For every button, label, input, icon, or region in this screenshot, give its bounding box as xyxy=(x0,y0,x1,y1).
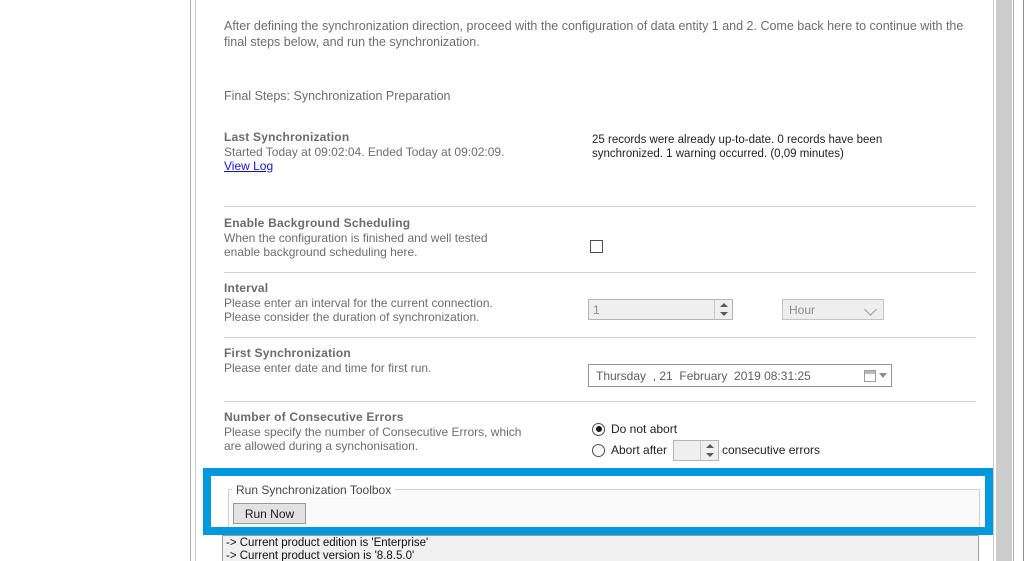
first-sync-datetime-picker[interactable]: Thursday , 21 February 2019 08:31:25 xyxy=(588,364,892,387)
interval-unit-value: Hour xyxy=(789,303,815,317)
interval-stepper-up-icon[interactable] xyxy=(715,300,732,310)
divider-4 xyxy=(224,401,976,402)
interval-value[interactable]: 1 xyxy=(589,300,714,319)
content-panel: After defining the synchronization direc… xyxy=(196,0,992,561)
radio-abort-after-icon[interactable] xyxy=(592,444,605,457)
abort-after-count-stepper[interactable] xyxy=(673,440,719,461)
abort-after-stepper-down-icon[interactable] xyxy=(701,451,718,461)
panel-left-border xyxy=(190,0,191,561)
radio-abort-after-label: Abort after xyxy=(611,443,667,457)
calendar-icon xyxy=(864,370,876,382)
run-now-button[interactable]: Run Now xyxy=(233,503,306,524)
abort-after-suffix-label: consecutive errors xyxy=(722,443,820,457)
first-sync-title: First Synchronization xyxy=(224,346,976,360)
interval-unit-select[interactable]: Hour xyxy=(782,299,884,320)
background-scheduling-title: Enable Background Scheduling xyxy=(224,216,976,230)
last-sync-result-line2: synchronized. 1 warning occurred. (0,09 … xyxy=(592,147,892,161)
window-inner-edge xyxy=(1013,0,1014,561)
content-panel-right-border xyxy=(993,0,994,561)
divider-1 xyxy=(224,206,976,207)
datetime-dropdown-control[interactable] xyxy=(864,370,887,382)
radio-do-not-abort-label: Do not abort xyxy=(611,422,677,436)
interval-title: Interval xyxy=(224,281,976,295)
radio-do-not-abort[interactable]: Do not abort xyxy=(592,422,677,436)
chevron-down-icon xyxy=(879,373,887,378)
last-sync-result: 25 records were already up-to-date. 0 re… xyxy=(592,133,892,161)
run-synchronization-toolbox-title: Run Synchronization Toolbox xyxy=(232,483,395,497)
abort-after-suffix: consecutive errors xyxy=(722,443,820,457)
intro-paragraph: After defining the synchronization direc… xyxy=(224,18,976,50)
radio-abort-after[interactable]: Abort after xyxy=(592,443,667,457)
application-root: After defining the synchronization direc… xyxy=(0,0,1024,561)
section-caption: Final Steps: Synchronization Preparation xyxy=(224,89,451,103)
interval-value-stepper[interactable]: 1 xyxy=(588,299,733,320)
divider-3 xyxy=(224,337,976,338)
chevron-down-icon xyxy=(864,303,877,316)
interval-stepper-down-icon[interactable] xyxy=(715,310,732,320)
vertical-scrollbar-thumb[interactable] xyxy=(996,0,1012,561)
first-sync-datetime-value: Thursday , 21 February 2019 08:31:25 xyxy=(596,369,811,383)
log-line-1: -> Current product edition is 'Enterpris… xyxy=(226,537,978,550)
abort-after-stepper-up-icon[interactable] xyxy=(701,441,718,451)
log-output-panel[interactable]: -> Current product edition is 'Enterpris… xyxy=(222,535,979,561)
view-log-link[interactable]: View Log xyxy=(224,159,273,173)
radio-do-not-abort-icon[interactable] xyxy=(592,423,605,436)
abort-after-count-value[interactable] xyxy=(674,441,700,460)
last-sync-result-line1: 25 records were already up-to-date. 0 re… xyxy=(592,133,892,147)
divider-2 xyxy=(224,272,976,273)
interval-stepper-buttons[interactable] xyxy=(714,300,732,319)
log-line-2: -> Current product version is '8.8.5.0' xyxy=(226,550,978,561)
abort-after-stepper-buttons[interactable] xyxy=(700,441,718,460)
enable-background-scheduling-checkbox[interactable] xyxy=(590,240,603,253)
left-gutter xyxy=(0,0,190,561)
